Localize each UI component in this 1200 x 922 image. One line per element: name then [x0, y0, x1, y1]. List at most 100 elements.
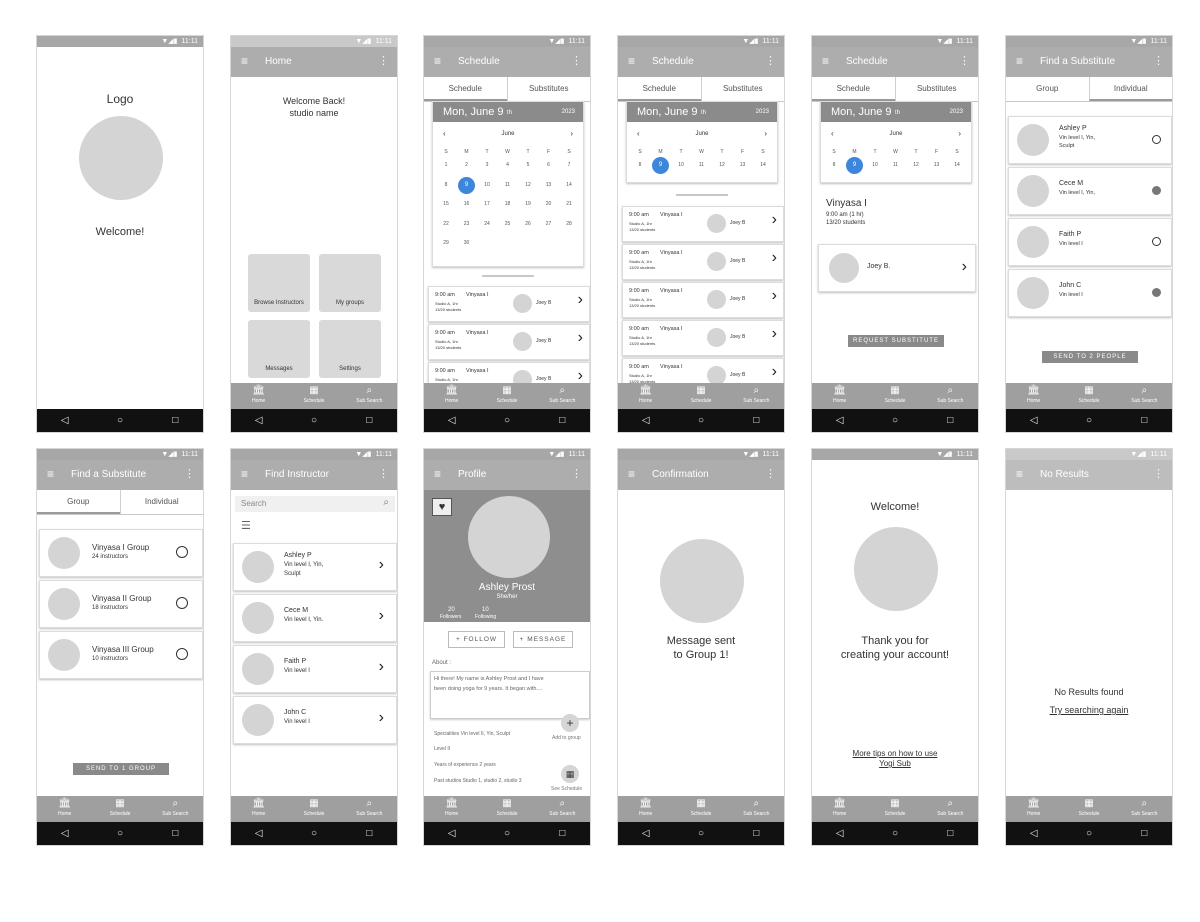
nav-schedule[interactable]: ▦ Schedule [92, 796, 147, 822]
tab-individual[interactable]: Individual [119, 490, 204, 514]
select-radio[interactable] [1152, 237, 1161, 246]
list-item[interactable]: John C Vin level I › [233, 696, 397, 744]
calendar-day[interactable]: 13 [930, 162, 944, 168]
tab-schedule[interactable]: Schedule [812, 77, 895, 101]
back-icon[interactable]: ◁ [424, 822, 479, 845]
calendar-day[interactable]: 10 [868, 162, 882, 168]
messages-tile[interactable]: Messages [248, 320, 310, 378]
select-radio[interactable] [176, 597, 188, 609]
tab-individual[interactable]: Individual [1088, 77, 1172, 101]
nav-home[interactable]: 🏛 Home [618, 383, 673, 409]
menu-icon[interactable]: ≡ [434, 467, 441, 481]
select-radio[interactable] [176, 648, 188, 660]
search-icon[interactable]: ⌕ [383, 497, 389, 508]
menu-icon[interactable]: ≡ [628, 467, 635, 481]
calendar-day[interactable]: 11 [889, 162, 903, 168]
request-substitute-button[interactable]: REQUEST SUBSTITUTE [848, 335, 944, 347]
list-item[interactable]: Vinyasa II Group 18 instructors [39, 580, 203, 628]
nav-schedule[interactable]: ▦ Schedule [286, 383, 341, 409]
search-input[interactable]: Search [241, 499, 266, 508]
list-item[interactable]: John C Vin level I [1008, 269, 1172, 317]
nav-schedule[interactable]: ▦ Schedule [673, 796, 728, 822]
selected-day[interactable]: 9 [846, 157, 863, 174]
calendar-day[interactable]: 8 [827, 162, 841, 168]
my-groups-tile[interactable]: My groups [319, 254, 381, 312]
nav-schedule[interactable]: ▦ Schedule [1061, 796, 1116, 822]
nav-home[interactable]: 🏛 Home [618, 796, 673, 822]
more-icon[interactable]: ⋮ [571, 467, 582, 481]
back-icon[interactable]: ◁ [424, 409, 479, 432]
tab-group[interactable]: Group [1006, 77, 1089, 101]
try-again-link[interactable]: Try searching again [1006, 705, 1172, 715]
menu-icon[interactable]: ≡ [241, 54, 248, 68]
home-circle-icon[interactable]: ○ [479, 409, 534, 432]
recent-apps-icon[interactable]: □ [923, 822, 978, 845]
select-radio[interactable] [176, 546, 188, 558]
nav-schedule[interactable]: ▦ Schedule [1061, 383, 1116, 409]
back-icon[interactable]: ◁ [1006, 822, 1061, 845]
nav-sub-search[interactable]: ⌕ Sub Search [1117, 796, 1172, 822]
settings-tile[interactable]: Settings [319, 320, 381, 378]
class-item[interactable]: 9:00 amVinyasa IStudio A, 1hr13/20 stude… [428, 362, 590, 385]
recent-apps-icon[interactable]: □ [729, 409, 784, 432]
nav-home[interactable]: 🏛 Home [37, 796, 92, 822]
browse-instructors-tile[interactable]: Browse Instructors [248, 254, 310, 312]
more-icon[interactable]: ⋮ [765, 467, 776, 481]
select-radio[interactable] [1152, 135, 1161, 144]
tab-group[interactable]: Group [37, 490, 120, 514]
class-item[interactable]: 9:00 amVinyasa IStudio A, 1hr13/20 stude… [428, 324, 590, 360]
list-item[interactable]: Ashley P Vin level I, Yin, Sculpt › [233, 543, 397, 591]
list-item[interactable]: Cece M Vin level I, Yin. › [233, 594, 397, 642]
nav-sub-search[interactable]: ⌕ Sub Search [923, 796, 978, 822]
follow-button[interactable]: + FOLLOW [448, 631, 505, 648]
nav-home[interactable]: 🏛 Home [231, 796, 286, 822]
home-circle-icon[interactable]: ○ [286, 822, 341, 845]
list-item[interactable]: Vinyasa III Group 10 instructors [39, 631, 203, 679]
menu-icon[interactable]: ≡ [822, 54, 829, 68]
calendar-day[interactable]: 14 [950, 162, 964, 168]
filter-icon[interactable]: ☰ [241, 519, 251, 532]
home-circle-icon[interactable]: ○ [92, 409, 147, 432]
instructor-card[interactable]: Joey B. › [818, 244, 976, 292]
nav-sub-search[interactable]: ⌕ Sub Search [729, 383, 784, 409]
home-circle-icon[interactable]: ○ [673, 409, 728, 432]
next-month-icon[interactable]: › [958, 129, 961, 138]
more-icon[interactable]: ⋮ [1153, 54, 1164, 68]
back-icon[interactable]: ◁ [1006, 409, 1061, 432]
class-item[interactable]: 9:00 amVinyasa IStudio A, 1hr13/20 stude… [428, 286, 590, 322]
home-circle-icon[interactable]: ○ [867, 409, 922, 432]
nav-schedule[interactable]: ▦ Schedule [673, 383, 728, 409]
more-icon[interactable]: ⋮ [184, 467, 195, 481]
nav-sub-search[interactable]: ⌕ Sub Search [923, 383, 978, 409]
menu-icon[interactable]: ≡ [241, 467, 248, 481]
nav-home[interactable]: 🏛 Home [424, 383, 479, 409]
nav-home[interactable]: 🏛 Home [812, 796, 867, 822]
recent-apps-icon[interactable]: □ [148, 409, 203, 432]
recent-apps-icon[interactable]: □ [1117, 822, 1172, 845]
recent-apps-icon[interactable]: □ [148, 822, 203, 845]
search-bar[interactable]: Search ⌕ [235, 496, 395, 512]
back-icon[interactable]: ◁ [812, 822, 867, 845]
select-radio[interactable] [1152, 288, 1161, 297]
send-to-group-button[interactable]: SEND TO 1 GROUP [73, 763, 169, 775]
home-circle-icon[interactable]: ○ [1061, 822, 1116, 845]
nav-sub-search[interactable]: ⌕ Sub Search [729, 796, 784, 822]
class-item[interactable]: 9:00 amVinyasa IStudio A, 1hr13/20 stude… [622, 358, 784, 385]
recent-apps-icon[interactable]: □ [729, 822, 784, 845]
class-item[interactable]: 9:00 amVinyasa IStudio A, 1hr13/20 stude… [622, 244, 784, 280]
nav-sub-search[interactable]: ⌕ Sub Search [148, 796, 203, 822]
tips-link-1[interactable]: More tips on how to use [812, 749, 978, 758]
home-circle-icon[interactable]: ○ [867, 822, 922, 845]
home-circle-icon[interactable]: ○ [1061, 409, 1116, 432]
home-circle-icon[interactable]: ○ [479, 822, 534, 845]
nav-sub-search[interactable]: ⌕ Sub Search [535, 796, 590, 822]
more-icon[interactable]: ⋮ [378, 54, 389, 68]
add-to-group-button[interactable]: + [561, 714, 579, 732]
send-to-people-button[interactable]: SEND TO 2 PEOPLE [1042, 351, 1138, 363]
nav-home[interactable]: 🏛 Home [424, 796, 479, 822]
menu-icon[interactable]: ≡ [47, 467, 54, 481]
back-icon[interactable]: ◁ [231, 822, 286, 845]
nav-schedule[interactable]: ▦ Schedule [867, 796, 922, 822]
recent-apps-icon[interactable]: □ [535, 409, 590, 432]
recent-apps-icon[interactable]: □ [923, 409, 978, 432]
